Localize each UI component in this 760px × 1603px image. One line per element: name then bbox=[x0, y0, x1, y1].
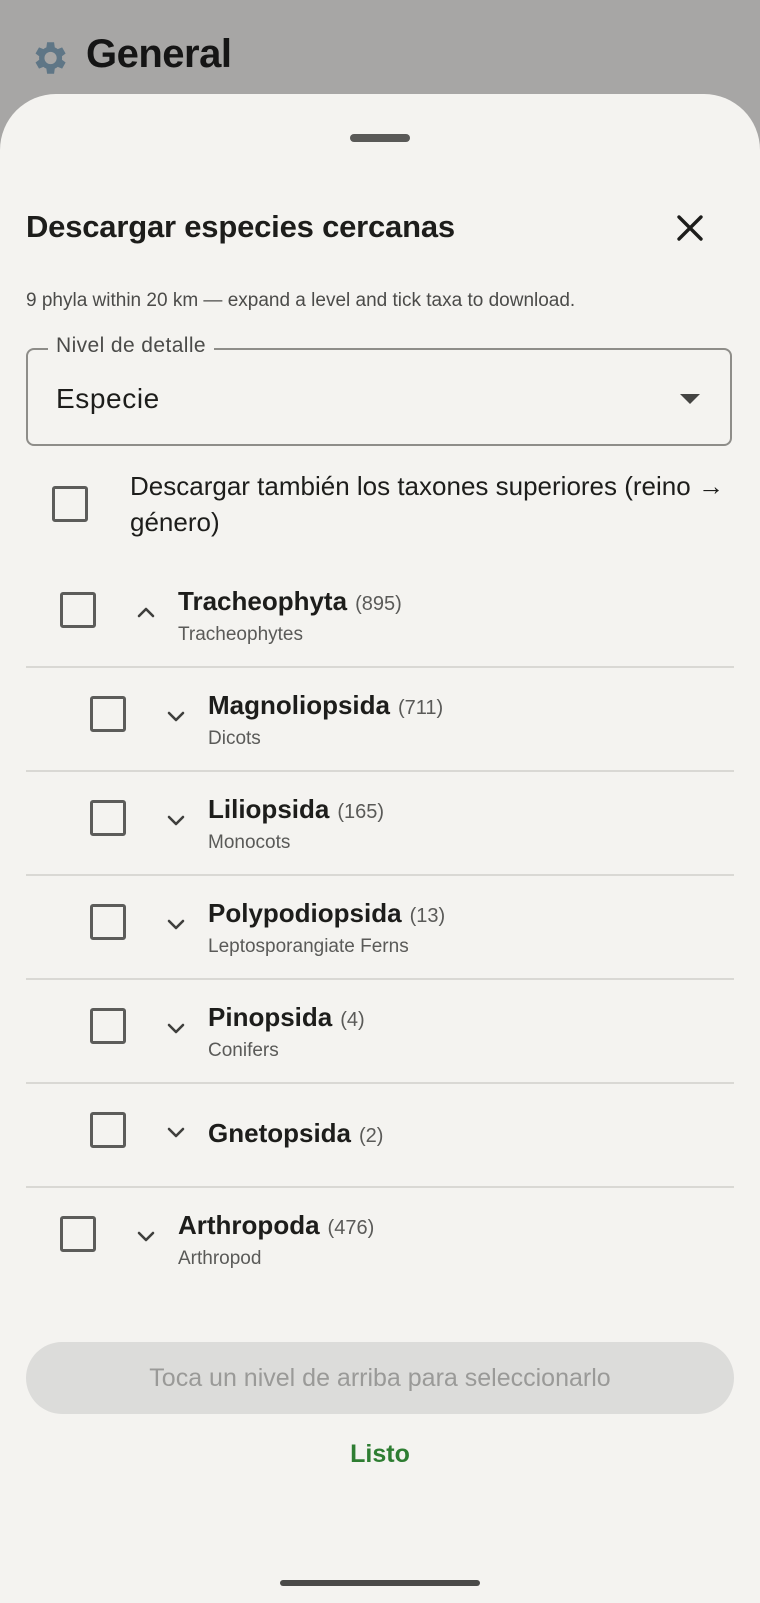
chevron-down-icon[interactable] bbox=[161, 701, 191, 731]
select-level-button[interactable]: Toca un nivel de arriba para seleccionar… bbox=[26, 1342, 734, 1414]
taxon-count: (4) bbox=[340, 1009, 365, 1031]
close-icon[interactable] bbox=[664, 202, 716, 254]
taxon-title: Gnetopsida (2) bbox=[208, 1118, 383, 1149]
app-title: General bbox=[86, 32, 232, 76]
taxon-title: Liliopsida (165) bbox=[208, 794, 384, 825]
drag-handle[interactable] bbox=[350, 134, 410, 142]
taxon-count: (13) bbox=[409, 905, 446, 927]
chevron-down-icon[interactable] bbox=[161, 1013, 191, 1043]
taxon-name: Gnetopsida bbox=[208, 1118, 352, 1148]
taxon-count: (711) bbox=[398, 697, 444, 719]
taxon-row-polypodiopsida[interactable]: Polypodiopsida (13) Leptosporangiate Fern… bbox=[26, 874, 734, 980]
taxon-name: Arthropoda bbox=[178, 1210, 320, 1240]
chevron-down-icon[interactable] bbox=[161, 805, 191, 835]
taxon-checkbox[interactable] bbox=[90, 1008, 126, 1044]
sheet-title: Descargar especies cercanas bbox=[26, 209, 455, 244]
taxon-title: Pinopsida (4) bbox=[208, 1002, 365, 1033]
taxon-count: (895) bbox=[355, 593, 402, 615]
taxon-name: Tracheophyta bbox=[178, 586, 348, 616]
taxon-row-pinopsida[interactable]: Pinopsida (4) Conifers bbox=[26, 978, 734, 1084]
taxon-common-name: Conifers bbox=[208, 1040, 279, 1061]
taxon-checkbox[interactable] bbox=[60, 592, 96, 628]
taxon-title: Tracheophyta (895) bbox=[178, 586, 402, 617]
taxon-checkbox[interactable] bbox=[60, 1216, 96, 1252]
taxon-name: Magnoliopsida bbox=[208, 690, 390, 720]
taxon-common-name: Arthropod bbox=[178, 1248, 262, 1269]
chevron-down-icon[interactable] bbox=[161, 909, 191, 939]
chevron-down-icon[interactable] bbox=[161, 1117, 191, 1147]
sheet-subtitle: 9 phyla within 20 km — expand a level an… bbox=[26, 290, 576, 311]
download-bottom-sheet: Descargar especies cercanas 9 phyla with… bbox=[0, 94, 760, 1603]
taxon-checkbox[interactable] bbox=[90, 1112, 126, 1148]
gear-icon bbox=[35, 42, 66, 74]
taxon-title: Polypodiopsida (13) bbox=[208, 898, 445, 929]
taxon-common-name: Dicots bbox=[208, 728, 261, 749]
taxon-row-tracheophyta[interactable]: Tracheophyta (895) Tracheophytes bbox=[26, 562, 734, 668]
home-indicator[interactable] bbox=[280, 1580, 480, 1586]
done-button[interactable]: Listo bbox=[300, 1424, 460, 1484]
taxon-row-gnetopsida[interactable]: Gnetopsida (2) bbox=[26, 1082, 734, 1188]
taxon-checkbox[interactable] bbox=[90, 696, 126, 732]
upper-taxa-label: Descargar también los taxones superiores… bbox=[130, 471, 724, 537]
taxon-row-magnoliopsida[interactable]: Magnoliopsida (711) Dicots bbox=[26, 666, 734, 772]
taxon-name: Liliopsida bbox=[208, 794, 330, 824]
taxon-checkbox[interactable] bbox=[90, 904, 126, 940]
taxon-count: (165) bbox=[337, 801, 385, 823]
chevron-down-icon[interactable] bbox=[131, 1221, 161, 1251]
taxon-common-name: Leptosporangiate Ferns bbox=[208, 936, 409, 957]
chevron-up-icon[interactable] bbox=[131, 597, 161, 627]
taxon-common-name: Monocots bbox=[208, 832, 291, 853]
taxon-count: (476) bbox=[327, 1217, 375, 1239]
detail-level-select[interactable]: Nivel de detalle Especie bbox=[26, 334, 732, 446]
taxon-row-arthropoda[interactable]: Arthropoda (476) Arthropod bbox=[26, 1186, 734, 1290]
detail-level-value: Especie bbox=[56, 383, 160, 414]
detail-level-label: Nivel de detalle bbox=[48, 334, 214, 358]
taxon-title: Arthropoda (476) bbox=[178, 1210, 374, 1241]
taxon-checkbox[interactable] bbox=[90, 800, 126, 836]
taxon-row-liliopsida[interactable]: Liliopsida (165) Monocots bbox=[26, 770, 734, 876]
dropdown-arrow-icon bbox=[680, 394, 700, 404]
taxon-common-name: Tracheophytes bbox=[178, 624, 303, 645]
upper-taxa-checkbox[interactable] bbox=[52, 486, 88, 522]
taxon-count: (2) bbox=[359, 1125, 384, 1147]
taxon-name: Pinopsida bbox=[208, 1002, 333, 1032]
taxon-name: Polypodiopsida bbox=[208, 898, 402, 928]
taxon-title: Magnoliopsida (711) bbox=[208, 690, 443, 721]
